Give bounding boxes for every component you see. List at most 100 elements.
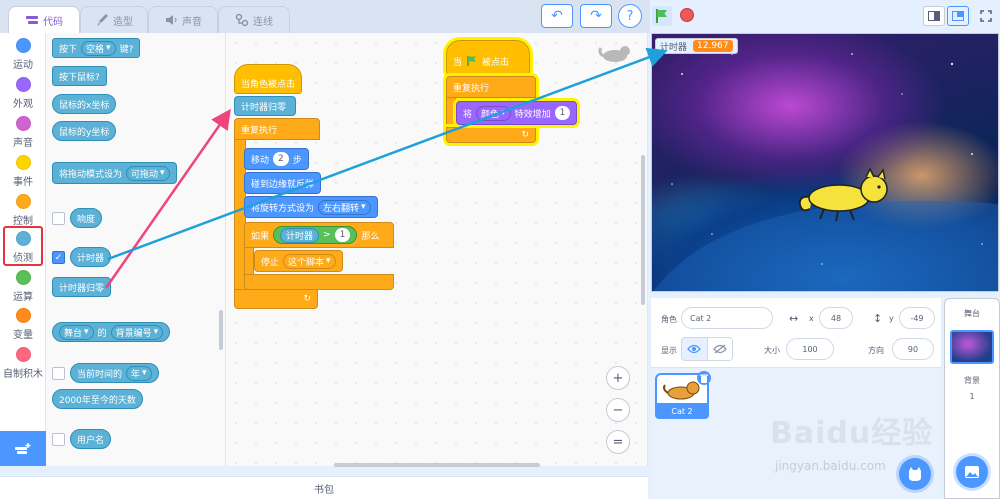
days-since-2000-block[interactable]: 2000年至今的天数: [52, 389, 143, 409]
category-control[interactable]: 控制: [0, 191, 46, 231]
category-sound[interactable]: 声音: [0, 113, 46, 153]
small-stage-icon: [928, 11, 940, 21]
if-bottom: [244, 274, 394, 290]
undo-button[interactable]: ↶: [541, 4, 573, 28]
zoom-reset-button[interactable]: =: [606, 430, 630, 454]
of-block[interactable]: 舞台 ▾ 的 背景编号 ▾: [52, 322, 171, 342]
key-pressed-block[interactable]: 按下 空格 ▾ 键?: [52, 38, 141, 58]
username-checkbox[interactable]: [52, 433, 65, 446]
show-label: 显示: [661, 346, 677, 355]
zoom-in-button[interactable]: +: [606, 366, 630, 390]
forever-block-2[interactable]: 重复执行: [446, 76, 536, 98]
category-motion[interactable]: 运动: [0, 35, 46, 75]
move-steps-block[interactable]: 移动 2 步: [244, 148, 309, 170]
forever-bottom-2: ↻: [446, 127, 536, 143]
hide-button[interactable]: [706, 338, 732, 360]
timer-block[interactable]: 计时器: [70, 247, 112, 267]
rotation-style-dropdown[interactable]: 左右翻转 ▾: [318, 199, 371, 215]
undo-icon: ↶: [551, 8, 563, 24]
tab-sounds[interactable]: 声音: [148, 6, 218, 33]
green-flag-button[interactable]: [652, 6, 672, 26]
greater-than-operator[interactable]: 计时器 > 1: [273, 226, 358, 244]
forever-block[interactable]: 重复执行: [234, 118, 320, 140]
drag-mode-dropdown[interactable]: 可拖动 ▾: [126, 165, 170, 181]
script-vertical-scrollbar[interactable]: [641, 155, 645, 305]
stage-thumbnail[interactable]: [950, 330, 994, 364]
username-block[interactable]: 用户名: [70, 429, 112, 449]
mouse-y-block[interactable]: 鼠标的y坐标: [52, 121, 117, 141]
loudness-block[interactable]: 响度: [70, 208, 103, 228]
when-flag-clicked-block[interactable]: 当 被点击: [446, 40, 530, 74]
of-attribute-dropdown[interactable]: 背景编号 ▾: [110, 324, 164, 340]
category-sensing[interactable]: 侦测: [3, 226, 43, 266]
move-steps-input[interactable]: 2: [273, 152, 289, 166]
compare-value-input[interactable]: 1: [334, 228, 351, 242]
help-button[interactable]: ?: [618, 4, 642, 28]
watermark: Baidu经验: [770, 416, 934, 451]
current-checkbox[interactable]: [52, 367, 65, 380]
category-operators[interactable]: 运算: [0, 267, 46, 307]
choose-sprite-button[interactable]: [899, 458, 931, 490]
reset-timer-block[interactable]: 计时器归零: [52, 277, 112, 297]
tab-code[interactable]: 代码: [8, 6, 80, 33]
timer-monitor[interactable]: 计时器 12.967: [655, 38, 738, 54]
current-dropdown[interactable]: 年 ▾: [126, 365, 152, 381]
sprite-thumbnail-icon: [598, 46, 630, 62]
normal-stage-button[interactable]: [947, 6, 969, 26]
fullscreen-button[interactable]: [975, 6, 997, 26]
script-reset-timer-block[interactable]: 计时器归零: [234, 96, 296, 116]
redo-button[interactable]: ↷: [580, 4, 612, 28]
mouse-x-block[interactable]: 鼠标的x坐标: [52, 94, 117, 114]
sensing-dot-icon: [15, 231, 31, 246]
bounce-block[interactable]: 碰到边缘就反弹: [244, 172, 322, 194]
timer-checkbox[interactable]: ✓: [52, 251, 65, 264]
mouse-down-block[interactable]: 按下鼠标?: [52, 66, 107, 86]
category-my-blocks[interactable]: 自制积木: [0, 344, 46, 384]
operators-dot-icon: [15, 270, 31, 285]
stop-option-dropdown[interactable]: 这个脚本 ▾: [283, 253, 336, 269]
when-sprite-clicked-block[interactable]: 当角色被点击: [234, 64, 302, 94]
add-extension-button[interactable]: [0, 431, 46, 466]
backdrop-count: 1: [969, 392, 975, 401]
effect-amount-input[interactable]: 1: [554, 106, 571, 120]
category-variables[interactable]: 变量: [0, 305, 46, 345]
if-then-block[interactable]: 如果 计时器 > 1 那么: [244, 222, 394, 248]
green-flag-icon: [656, 9, 667, 23]
small-stage-button[interactable]: [923, 6, 945, 26]
of-target-dropdown[interactable]: 舞台 ▾: [59, 324, 94, 340]
show-button[interactable]: [682, 338, 707, 360]
backpack-bar[interactable]: 书包: [0, 476, 648, 499]
if-timer-reporter[interactable]: 计时器: [280, 227, 320, 243]
stop-button[interactable]: [680, 8, 694, 22]
looks-dot-icon: [15, 77, 31, 92]
size-input[interactable]: 100: [786, 338, 834, 360]
stop-block[interactable]: 停止 这个脚本 ▾: [254, 250, 343, 272]
eye-off-icon: [713, 344, 727, 354]
set-drag-mode-block[interactable]: 将拖动模式设为 可拖动 ▾: [52, 162, 177, 184]
x-input[interactable]: 48: [819, 307, 853, 329]
key-dropdown[interactable]: 空格 ▾: [81, 40, 116, 56]
category-looks[interactable]: 外观: [0, 74, 46, 114]
cat-sprite[interactable]: [794, 165, 894, 225]
green-flag-icon: [467, 56, 477, 66]
sprite-name-label: 角色: [661, 315, 677, 324]
tab-costumes[interactable]: 造型: [80, 6, 148, 33]
palette-scrollbar[interactable]: [219, 310, 223, 350]
delete-sprite-button[interactable]: [697, 371, 711, 385]
set-rotation-style-block[interactable]: 将旋转方式设为 左右翻转 ▾: [244, 196, 378, 218]
category-events[interactable]: 事件: [0, 152, 46, 192]
script-horizontal-scrollbar[interactable]: [334, 463, 540, 467]
zoom-out-button[interactable]: −: [606, 398, 630, 422]
choose-backdrop-button[interactable]: [956, 456, 988, 488]
current-time-block[interactable]: 当前时间的 年 ▾: [70, 363, 159, 383]
tab-link[interactable]: 连线: [218, 6, 290, 33]
watermark-url: jingyan.baidu.com: [775, 459, 886, 473]
y-input[interactable]: -49: [899, 307, 935, 329]
loudness-checkbox[interactable]: [52, 212, 65, 225]
size-label: 大小: [764, 346, 780, 355]
stage-canvas[interactable]: [651, 33, 999, 292]
effect-dropdown[interactable]: 颜色 ▾: [476, 105, 511, 121]
change-effect-block[interactable]: 将 颜色 ▾ 特效增加 1: [456, 101, 578, 125]
sprite-name-input[interactable]: Cat 2: [681, 307, 773, 329]
direction-input[interactable]: 90: [892, 338, 934, 360]
